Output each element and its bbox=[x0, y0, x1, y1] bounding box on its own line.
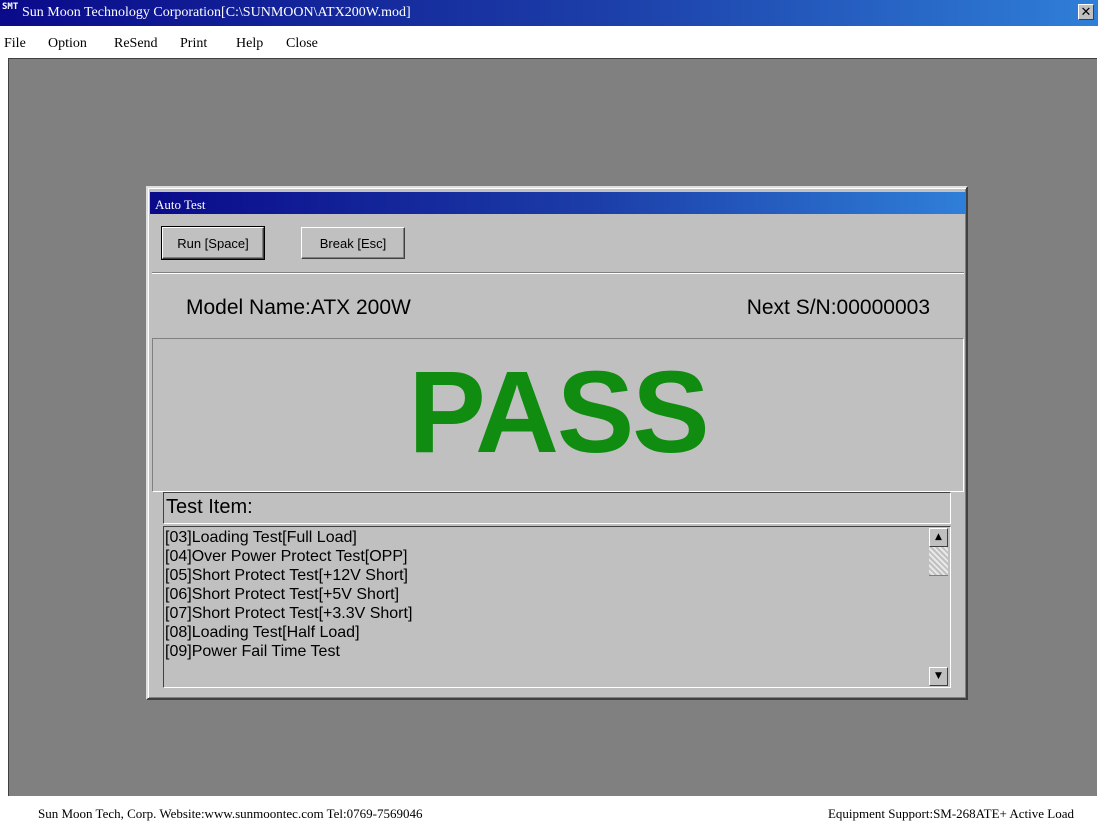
status-bar: Sun Moon Tech, Corp. Website:www.sunmoon… bbox=[0, 798, 1098, 824]
result-panel: PASS bbox=[152, 338, 964, 492]
list-item[interactable]: [04]Over Power Protect Test[OPP] bbox=[165, 547, 407, 566]
menu-file[interactable]: File bbox=[4, 36, 26, 52]
scroll-track[interactable] bbox=[929, 575, 948, 667]
list-item[interactable]: [03]Loading Test[Full Load] bbox=[165, 528, 357, 547]
scroll-thumb[interactable] bbox=[929, 547, 948, 575]
status-company-info: Sun Moon Tech, Corp. Website:www.sunmoon… bbox=[38, 806, 423, 821]
list-item[interactable]: [05]Short Protect Test[+12V Short] bbox=[165, 566, 408, 585]
menu-option[interactable]: Option bbox=[48, 36, 87, 52]
test-item-header-label: Test Item: bbox=[166, 496, 253, 518]
window-title: Sun Moon Technology Corporation[C:\SUNMO… bbox=[22, 5, 411, 20]
result-status: PASS bbox=[408, 347, 709, 477]
menu-bar: File Option ReSend Print Help Close bbox=[0, 30, 1098, 56]
test-item-list[interactable]: [03]Loading Test[Full Load] [04]Over Pow… bbox=[163, 526, 951, 688]
break-button[interactable]: Break [Esc] bbox=[301, 227, 405, 259]
model-name: Model Name:ATX 200W bbox=[186, 296, 411, 319]
next-serial-number: Next S/N:00000003 bbox=[746, 296, 930, 319]
menu-help[interactable]: Help bbox=[236, 36, 263, 52]
status-equipment-support: Equipment Support:SM-268ATE+ Active Load bbox=[827, 806, 1074, 821]
menu-resend[interactable]: ReSend bbox=[114, 36, 158, 52]
vertical-scrollbar[interactable]: ▲ ▼ bbox=[929, 528, 948, 686]
scroll-up-icon[interactable]: ▲ bbox=[929, 528, 948, 547]
divider bbox=[152, 272, 964, 274]
close-icon[interactable]: ✕ bbox=[1078, 4, 1094, 20]
list-item[interactable]: [07]Short Protect Test[+3.3V Short] bbox=[165, 604, 412, 623]
dialog-title: Auto Test bbox=[155, 197, 206, 212]
list-item[interactable]: [09]Power Fail Time Test bbox=[165, 642, 340, 661]
dialog-title-bar: Auto Test bbox=[150, 192, 966, 214]
auto-test-dialog: Auto Test Run [Space] Break [Esc] Model … bbox=[146, 186, 968, 700]
menu-close[interactable]: Close bbox=[286, 36, 318, 52]
scroll-down-icon[interactable]: ▼ bbox=[929, 667, 948, 686]
title-bar: SMT Sun Moon Technology Corporation[C:\S… bbox=[0, 0, 1098, 26]
list-item[interactable]: [08]Loading Test[Half Load] bbox=[165, 623, 360, 642]
run-button[interactable]: Run [Space] bbox=[161, 226, 265, 260]
test-item-header: Test Item: bbox=[163, 492, 951, 524]
menu-print[interactable]: Print bbox=[180, 36, 207, 52]
list-item[interactable]: [06]Short Protect Test[+5V Short] bbox=[165, 585, 399, 604]
app-icon: SMT bbox=[2, 2, 19, 12]
